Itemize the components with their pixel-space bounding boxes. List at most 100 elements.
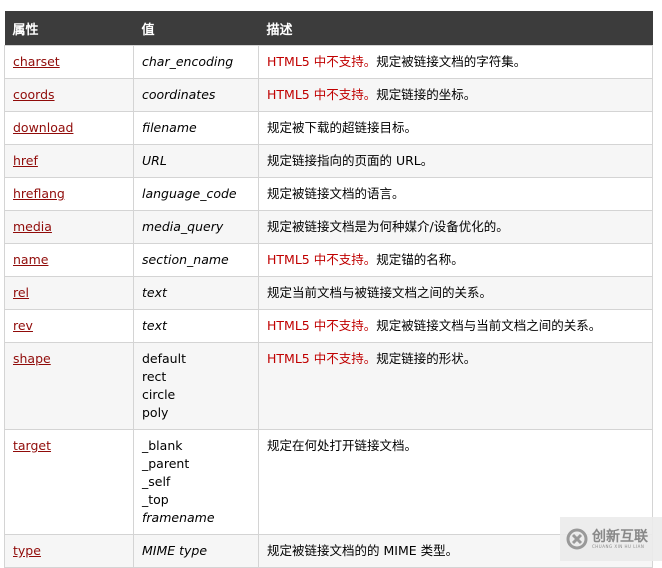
value-cell: char_encoding	[133, 45, 259, 79]
value-cell: _blank _parent _self _top framename	[133, 429, 259, 535]
value-cell: filename	[133, 111, 259, 145]
unsupported-note: HTML5 中不支持。	[267, 87, 377, 102]
description-text: 规定被链接文档与当前文档之间的关系。	[376, 318, 602, 333]
attribute-value: _top	[142, 492, 169, 507]
description-cell: HTML5 中不支持。规定锚的名称。	[258, 243, 653, 277]
attribute-link-type[interactable]: type	[13, 543, 41, 558]
attribute-value: section_name	[142, 252, 229, 267]
table-row: target _blank _parent _self _top framename 规…	[4, 429, 653, 535]
header-value: 值	[133, 11, 259, 46]
description-cell: HTML5 中不支持。规定被链接文档与当前文档之间的关系。	[258, 309, 653, 343]
attribute-value: media_query	[142, 219, 224, 234]
value-cell: URL	[133, 144, 259, 178]
attribute-value: _self	[142, 474, 171, 489]
value-cell: media_query	[133, 210, 259, 244]
attribute-link-shape[interactable]: shape	[13, 351, 51, 366]
description-cell: 规定被链接文档是为何种媒介/设备优化的。	[258, 210, 653, 244]
unsupported-note: HTML5 中不支持。	[267, 318, 377, 333]
attribute-value: MIME type	[142, 543, 208, 558]
table-row: hreflang language_code 规定被链接文档的语言。	[4, 177, 653, 211]
attribute-value: framename	[142, 510, 215, 525]
description-text: 规定当前文档与被链接文档之间的关系。	[267, 285, 493, 300]
attribute-value: _parent	[142, 456, 190, 471]
value-cell: language_code	[133, 177, 259, 211]
table-row: rev text HTML5 中不支持。规定被链接文档与当前文档之间的关系。	[4, 309, 653, 343]
table-row: href URL 规定链接指向的页面的 URL。	[4, 144, 653, 178]
unsupported-note: HTML5 中不支持。	[267, 54, 377, 69]
watermark-subtext: CHUANG XIN HU LIAN	[592, 543, 645, 549]
attribute-link-rel[interactable]: rel	[13, 285, 29, 300]
watermark: 创新互联 CHUANG XIN HU LIAN	[560, 517, 662, 561]
attribute-cell: charset	[4, 45, 134, 79]
header-description: 描述	[258, 11, 653, 46]
attribute-value: poly	[142, 405, 169, 420]
attribute-link-rev[interactable]: rev	[13, 318, 33, 333]
unsupported-note: HTML5 中不支持。	[267, 252, 377, 267]
description-text: 规定锚的名称。	[376, 252, 464, 267]
watermark-text: 创新互联	[592, 528, 648, 545]
value-cell: text	[133, 276, 259, 310]
value-cell: default rect circle poly	[133, 342, 259, 430]
attribute-link-href[interactable]: href	[13, 153, 38, 168]
table-header-row: 属性 值 描述	[4, 11, 653, 46]
attribute-value: URL	[142, 153, 167, 168]
table-row: shape default rect circle poly HTML5 中不支持。规…	[4, 342, 653, 430]
table-row: media media_query 规定被链接文档是为何种媒介/设备优化的。	[4, 210, 653, 244]
attribute-value: circle	[142, 387, 176, 402]
description-text: 规定链接的形状。	[376, 351, 477, 366]
attribute-value: char_encoding	[142, 54, 234, 69]
header-attribute: 属性	[4, 11, 134, 46]
table-row: charset char_encoding HTML5 中不支持。规定被链接文档…	[4, 45, 653, 79]
attribute-cell: target	[4, 429, 134, 535]
attribute-value: coordinates	[142, 87, 216, 102]
description-cell: HTML5 中不支持。规定链接的形状。	[258, 342, 653, 430]
attribute-link-download[interactable]: download	[13, 120, 73, 135]
unsupported-note: HTML5 中不支持。	[267, 351, 377, 366]
table-row: type MIME type 规定被链接文档的的 MIME 类型。	[4, 534, 653, 568]
description-cell: HTML5 中不支持。规定链接的坐标。	[258, 78, 653, 112]
value-cell: text	[133, 309, 259, 343]
attribute-link-name[interactable]: name	[13, 252, 48, 267]
attribute-cell: download	[4, 111, 134, 145]
attribute-link-target[interactable]: target	[13, 438, 51, 453]
attribute-cell: name	[4, 243, 134, 277]
attribute-link-media[interactable]: media	[13, 219, 52, 234]
value-cell: coordinates	[133, 78, 259, 112]
attribute-value: rect	[142, 369, 167, 384]
attribute-cell: type	[4, 534, 134, 568]
attribute-cell: rev	[4, 309, 134, 343]
description-text: 规定链接的坐标。	[376, 87, 477, 102]
description-text: 规定被链接文档的语言。	[267, 186, 405, 201]
attribute-link-coords[interactable]: coords	[13, 87, 55, 102]
description-cell: 规定被链接文档的语言。	[258, 177, 653, 211]
value-cell: section_name	[133, 243, 259, 277]
attribute-cell: media	[4, 210, 134, 244]
table-row: rel text 规定当前文档与被链接文档之间的关系。	[4, 276, 653, 310]
attribute-value: text	[142, 318, 167, 333]
attribute-value: filename	[142, 120, 197, 135]
description-text: 规定被链接文档的字符集。	[376, 54, 527, 69]
attribute-value: default	[142, 351, 186, 366]
description-text: 规定被链接文档的的 MIME 类型。	[267, 543, 459, 558]
attribute-cell: hreflang	[4, 177, 134, 211]
description-text: 规定在何处打开链接文档。	[267, 438, 418, 453]
description-cell: 规定被下载的超链接目标。	[258, 111, 653, 145]
attribute-value: language_code	[142, 186, 237, 201]
attribute-cell: shape	[4, 342, 134, 430]
table-row: coords coordinates HTML5 中不支持。规定链接的坐标。	[4, 78, 653, 112]
description-cell: 规定当前文档与被链接文档之间的关系。	[258, 276, 653, 310]
attribute-cell: href	[4, 144, 134, 178]
description-cell: 规定链接指向的页面的 URL。	[258, 144, 653, 178]
attributes-table: 属性 值 描述 charset char_encoding HTML5 中不支持…	[4, 11, 653, 568]
table-row: name section_name HTML5 中不支持。规定锚的名称。	[4, 243, 653, 277]
attribute-value: text	[142, 285, 167, 300]
attribute-link-hreflang[interactable]: hreflang	[13, 186, 65, 201]
attribute-cell: rel	[4, 276, 134, 310]
description-cell: HTML5 中不支持。规定被链接文档的字符集。	[258, 45, 653, 79]
attribute-value: _blank	[142, 438, 183, 453]
description-text: 规定链接指向的页面的 URL。	[267, 153, 434, 168]
description-text: 规定被链接文档是为何种媒介/设备优化的。	[267, 219, 509, 234]
attribute-cell: coords	[4, 78, 134, 112]
attribute-link-charset[interactable]: charset	[13, 54, 60, 69]
description-text: 规定被下载的超链接目标。	[267, 120, 418, 135]
